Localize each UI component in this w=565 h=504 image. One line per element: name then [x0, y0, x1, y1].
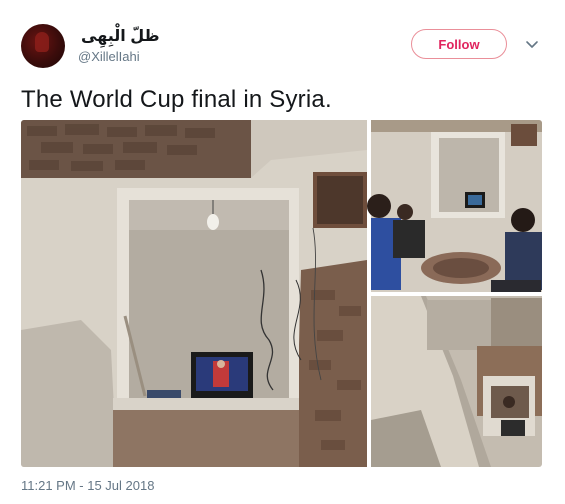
photo-ruins[interactable] [371, 296, 542, 467]
follow-button-label: Follow [438, 36, 480, 52]
user-handle[interactable]: @XillelIahi [78, 49, 140, 64]
photo-wall-tv[interactable] [21, 120, 367, 467]
display-name[interactable]: ظلّ الْبِهِی [81, 26, 160, 46]
tweet-timestamp[interactable]: 11:21 PM - 15 Jul 2018 [21, 478, 154, 493]
follow-button[interactable]: Follow [411, 29, 507, 59]
tweet-media[interactable] [21, 120, 542, 467]
avatar[interactable] [21, 24, 65, 68]
tweet-text: The World Cup final in Syria. [21, 86, 332, 113]
photo-viewers[interactable] [367, 120, 542, 292]
chevron-down-icon[interactable] [524, 38, 540, 52]
